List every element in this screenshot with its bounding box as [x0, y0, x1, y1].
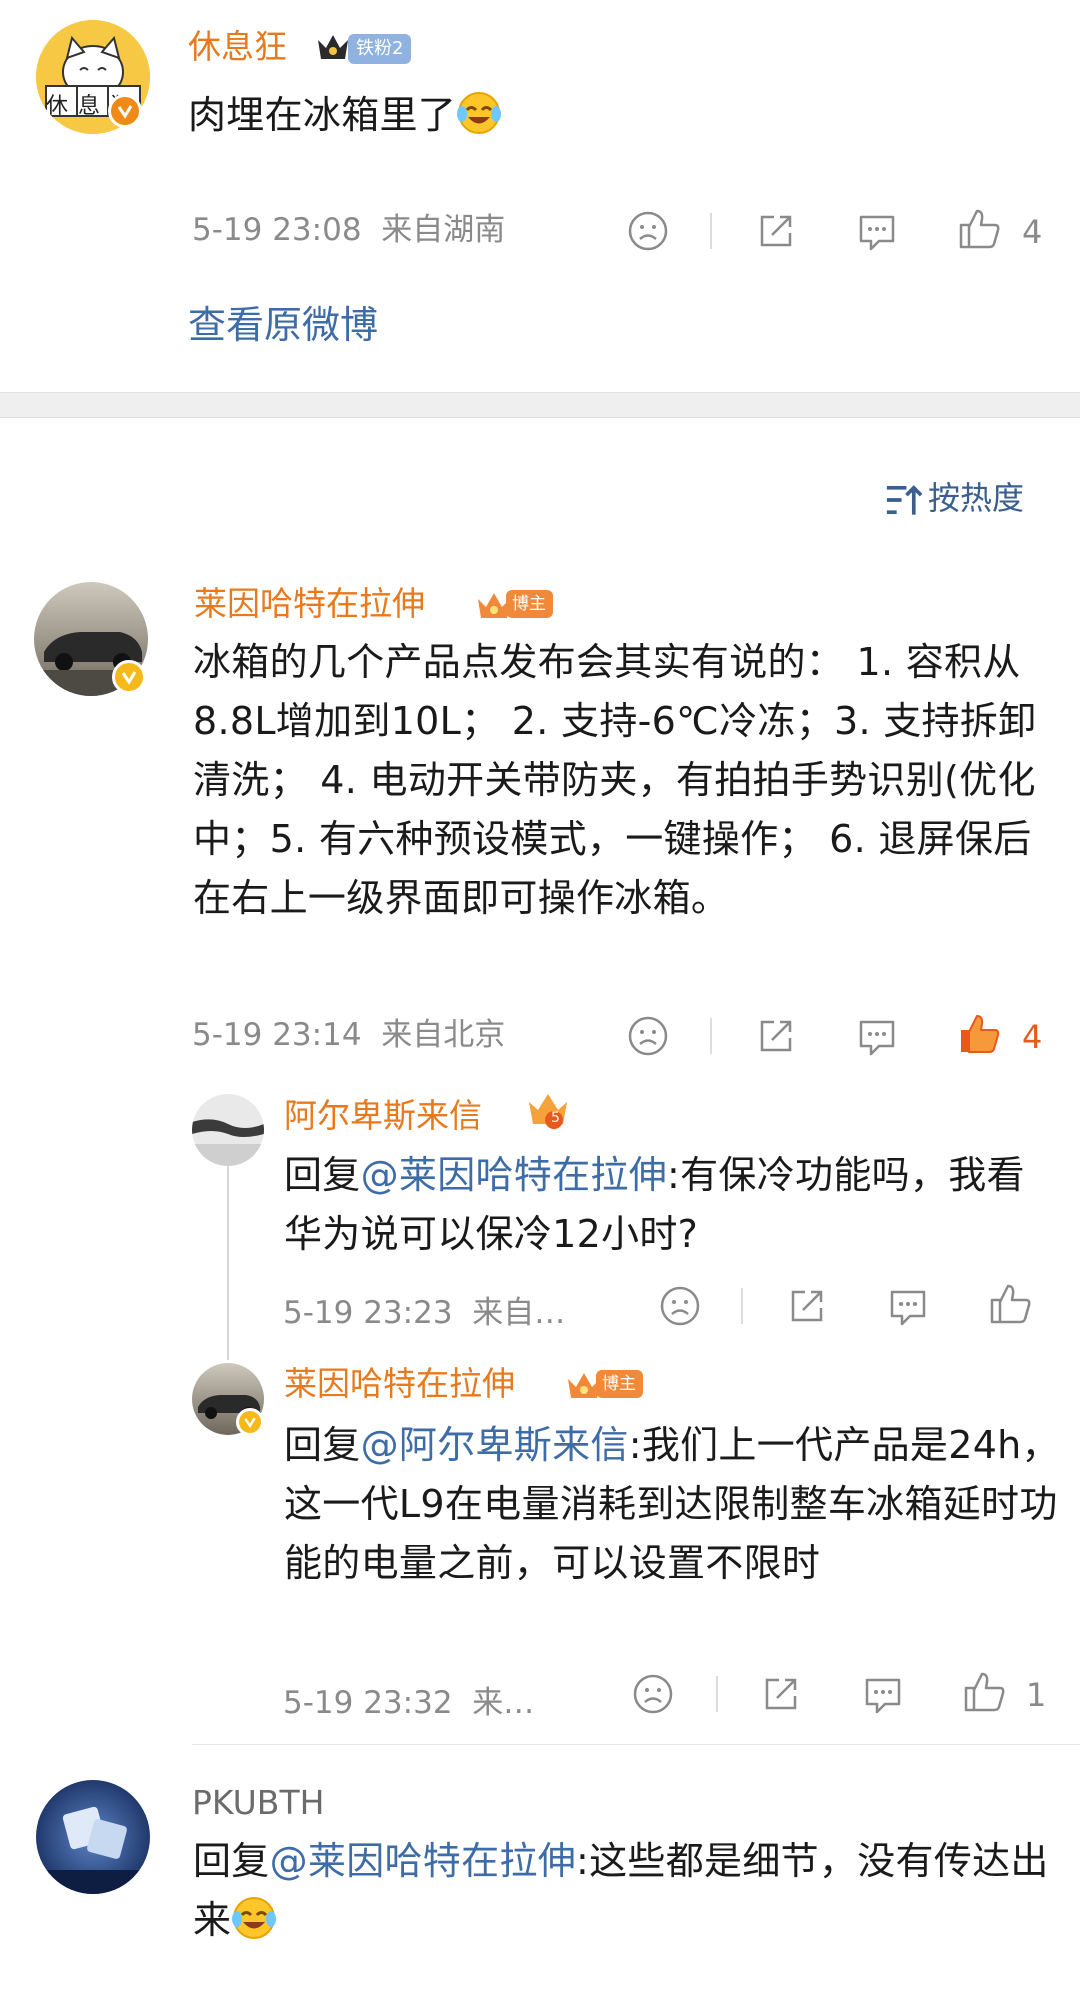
sort-icon[interactable]	[882, 478, 923, 515]
dislike-icon[interactable]	[631, 1672, 675, 1716]
comment-icon[interactable]	[855, 1014, 899, 1058]
mention-link[interactable]: @阿尔卑斯来信	[361, 1423, 629, 1467]
comment-icon[interactable]	[886, 1284, 930, 1328]
share-icon[interactable]	[754, 209, 798, 253]
like-icon[interactable]	[962, 1670, 1006, 1714]
like-count: 4	[1022, 213, 1043, 251]
author-badge: 博主	[596, 1370, 643, 1398]
laugh-cry-emoji	[456, 90, 502, 136]
reply-content: 回复@阿尔卑斯来信:我们上一代产品是24h，这一代L9在电量消耗到达限制整车冰箱…	[284, 1423, 1060, 1585]
divider	[710, 1018, 712, 1054]
username[interactable]: 阿尔卑斯来信	[284, 1099, 482, 1132]
share-icon[interactable]	[785, 1284, 829, 1328]
crown-icon	[316, 32, 350, 62]
verified-icon	[236, 1408, 264, 1436]
level-number: 5	[551, 1110, 560, 1126]
view-original-link[interactable]: 查看原微博	[188, 306, 378, 344]
like-count: 4	[1022, 1018, 1043, 1056]
verified-icon	[112, 660, 146, 694]
username[interactable]: PKUBTH	[192, 1786, 324, 1819]
dislike-icon[interactable]	[626, 209, 670, 253]
verified-icon	[108, 94, 142, 128]
share-icon[interactable]	[759, 1672, 803, 1716]
reply-content: 回复@莱因哈特在拉伸:有保冷功能吗，我看华为说可以保冷12小时?	[284, 1153, 1025, 1256]
like-icon[interactable]	[988, 1282, 1032, 1326]
thread-line	[227, 1160, 229, 1360]
comment-content: 冰箱的几个产品点发布会其实有说的： 1. 容积从8.8L增加到10L； 2. 支…	[193, 640, 1037, 920]
post-time: 5-19 23:08 来自湖南	[192, 212, 506, 248]
liked-icon[interactable]	[957, 1012, 1001, 1056]
reply-time: 5-19 23:23 来自…	[283, 1295, 566, 1331]
sort-toggle[interactable]: 按热度	[928, 482, 1024, 514]
username[interactable]: 莱因哈特在拉伸	[284, 1367, 515, 1400]
comment-icon[interactable]	[855, 209, 899, 253]
comment-icon[interactable]	[861, 1672, 905, 1716]
post-content: 肉埋在冰箱里了	[188, 86, 502, 145]
username[interactable]: 莱因哈特在拉伸	[194, 587, 425, 620]
section-separator	[0, 392, 1080, 418]
divider	[741, 1288, 743, 1324]
mention-link[interactable]: @莱因哈特在拉伸	[361, 1153, 667, 1197]
author-badge: 博主	[506, 590, 553, 618]
laugh-cry-emoji	[231, 1895, 277, 1941]
comment-time: 5-19 23:14 来自北京	[192, 1017, 506, 1053]
divider	[710, 213, 712, 249]
divider	[716, 1676, 718, 1712]
like-count: 1	[1026, 1676, 1047, 1714]
avatar[interactable]	[192, 1094, 264, 1166]
share-icon[interactable]	[754, 1014, 798, 1058]
fan-badge: 铁粉2	[348, 34, 412, 64]
comment-content: 回复@莱因哈特在拉伸:这些都是细节，没有传达出来	[193, 1839, 1049, 1942]
avatar[interactable]	[36, 1780, 150, 1894]
reply-time: 5-19 23:32 来…	[283, 1685, 535, 1721]
level-crown-icon	[526, 1090, 570, 1132]
comment-divider	[192, 1744, 1080, 1745]
mention-link[interactable]: @莱因哈特在拉伸	[270, 1839, 576, 1883]
dislike-icon[interactable]	[658, 1284, 702, 1328]
dislike-icon[interactable]	[626, 1014, 670, 1058]
like-icon[interactable]	[957, 207, 1001, 251]
username[interactable]: 休息狂	[188, 30, 287, 63]
